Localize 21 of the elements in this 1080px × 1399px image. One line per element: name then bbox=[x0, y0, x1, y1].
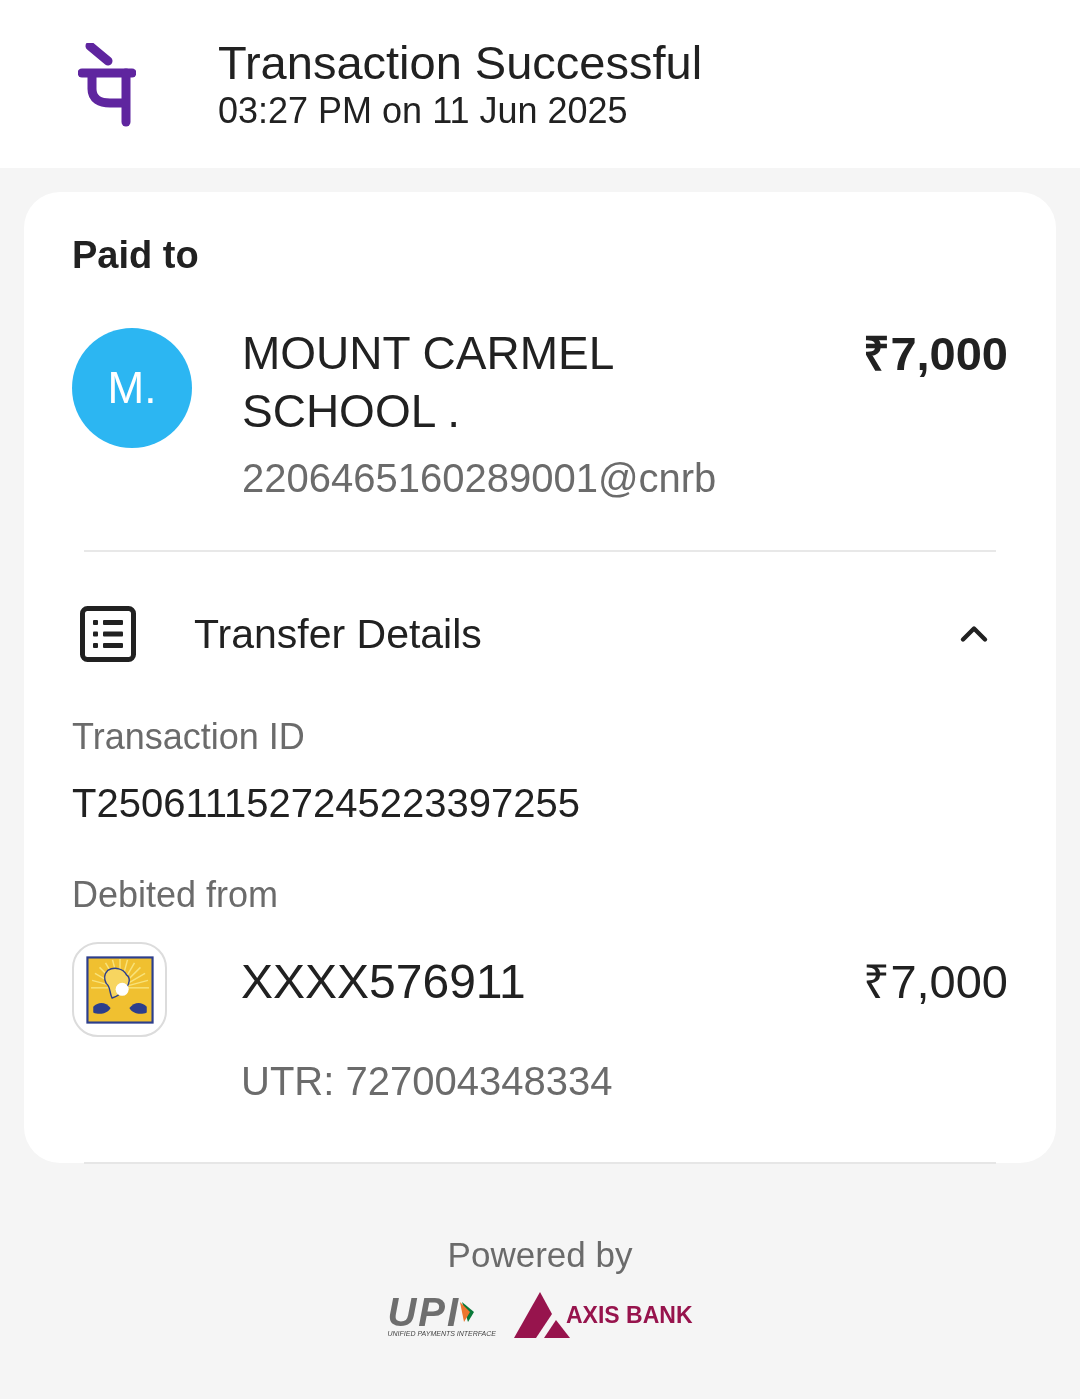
utr-number: UTR: 727004348334 bbox=[241, 1058, 614, 1104]
transaction-id: T2506111527245223397255 bbox=[72, 780, 581, 826]
debited-from-label: Debited from bbox=[72, 874, 280, 916]
list-icon bbox=[80, 606, 136, 662]
payee-name: MOUNT CARMEL SCHOOL . bbox=[242, 326, 614, 439]
upi-logo-text: UPI bbox=[387, 1295, 461, 1329]
transaction-id-label: Transaction ID bbox=[72, 716, 306, 758]
account-number: XXXX576911 bbox=[241, 954, 527, 1010]
bank-logo-icon bbox=[72, 942, 167, 1037]
bank-name: AXIS BANK bbox=[566, 1302, 693, 1328]
debited-amount: ₹7,000 bbox=[863, 954, 1008, 1010]
arrow-icon bbox=[460, 1300, 477, 1324]
logo-icon bbox=[78, 43, 136, 127]
upi-id: 2206465160289001@cnrb bbox=[242, 455, 718, 502]
payment-amount: ₹7,000 bbox=[863, 326, 1008, 382]
transfer-details-toggle[interactable]: Transfer Details bbox=[72, 606, 1008, 662]
status-title: Transaction Successful bbox=[218, 36, 703, 90]
transaction-time: 03:27 PM on 11 Jun 2025 bbox=[218, 90, 629, 132]
paid-to-heading: Paid to bbox=[72, 233, 200, 278]
avatar: M. bbox=[72, 328, 192, 448]
powered-by-text: Powered by bbox=[447, 1234, 633, 1276]
